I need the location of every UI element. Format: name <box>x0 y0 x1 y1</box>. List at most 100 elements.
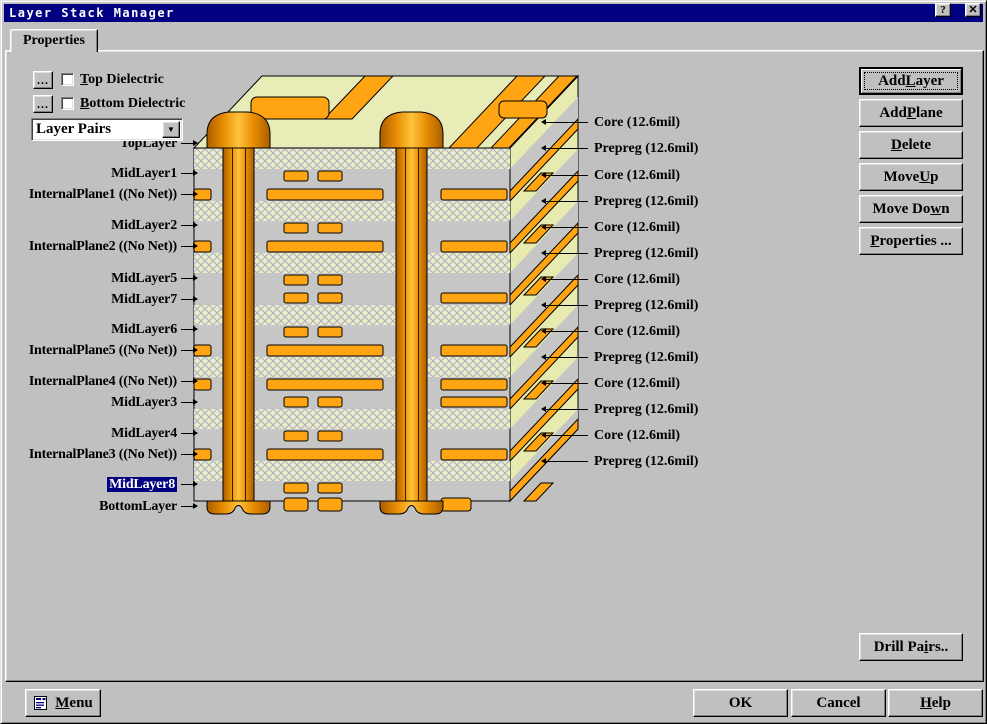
arrow-left-icon <box>541 250 588 257</box>
arrow-left-icon <box>541 328 588 335</box>
move-down-button[interactable]: Move Down <box>859 195 963 223</box>
layer-name-label[interactable]: InternalPlane3 ((No Net)) <box>29 447 177 462</box>
layer-name-label[interactable]: MidLayer6 <box>111 322 177 337</box>
layer-name-label[interactable]: InternalPlane5 ((No Net)) <box>29 343 177 358</box>
arrow-left-icon <box>541 458 588 465</box>
layer-name-label[interactable]: InternalPlane4 ((No Net)) <box>29 374 177 389</box>
layer-stack-manager-dialog: Layer Stack Manager ? ✕ Properties <box>0 0 987 724</box>
dielectric-row: Prepreg (12.6mil) <box>541 298 861 313</box>
layer-row[interactable]: MidLayer5 <box>1 271 198 286</box>
menu-button[interactable]: Menu <box>25 689 101 717</box>
top-dielectric-checkbox[interactable] <box>61 73 74 86</box>
dielectric-row: Core (12.6mil) <box>541 115 861 130</box>
dielectric-label: Prepreg (12.6mil) <box>594 454 698 470</box>
layer-name-label[interactable]: MidLayer4 <box>111 426 177 441</box>
arrow-left-icon <box>541 172 588 179</box>
bottom-dielectric-checkbox[interactable] <box>61 97 74 110</box>
arrow-right-icon <box>181 399 198 406</box>
layer-row[interactable]: MidLayer7 <box>1 292 198 307</box>
dielectric-label: Prepreg (12.6mil) <box>594 194 698 210</box>
cancel-button[interactable]: Cancel <box>791 689 886 717</box>
dielectric-label: Prepreg (12.6mil) <box>594 298 698 314</box>
arrow-left-icon <box>541 380 588 387</box>
arrow-left-icon <box>541 145 588 152</box>
ok-button[interactable]: OK <box>693 689 788 717</box>
arrow-right-icon <box>181 140 198 147</box>
arrow-left-icon <box>541 354 588 361</box>
arrow-left-icon <box>541 198 588 205</box>
dielectric-row: Prepreg (12.6mil) <box>541 246 861 261</box>
layer-name-label[interactable]: MidLayer5 <box>111 271 177 286</box>
layer-row[interactable]: InternalPlane3 ((No Net)) <box>1 447 198 462</box>
layer-pairs-value: Layer Pairs <box>32 121 162 138</box>
top-dielectric-browse-button[interactable]: ... <box>33 71 53 89</box>
arrow-right-icon <box>181 430 198 437</box>
layer-name-label[interactable]: MidLayer2 <box>111 218 177 233</box>
layer-row[interactable]: MidLayer6 <box>1 322 198 337</box>
arrow-right-icon <box>181 451 198 458</box>
dielectric-row: Prepreg (12.6mil) <box>541 194 861 209</box>
arrow-left-icon <box>541 432 588 439</box>
dielectric-row: Prepreg (12.6mil) <box>541 141 861 156</box>
dielectric-row: Core (12.6mil) <box>541 272 861 287</box>
arrow-right-icon <box>181 378 198 385</box>
dielectric-row: Prepreg (12.6mil) <box>541 454 861 469</box>
dielectric-row: Core (12.6mil) <box>541 220 861 235</box>
titlebar[interactable]: Layer Stack Manager <box>4 4 983 22</box>
help-button[interactable]: Help <box>888 689 983 717</box>
layer-row[interactable]: MidLayer4 <box>1 426 198 441</box>
arrow-right-icon <box>181 275 198 282</box>
dielectric-label: Core (12.6mil) <box>594 324 680 340</box>
drill-pairs-button[interactable]: Drill Pairs.. <box>859 633 963 661</box>
layer-name-label[interactable]: MidLayer7 <box>111 292 177 307</box>
dielectric-label: Prepreg (12.6mil) <box>594 350 698 366</box>
layer-name-label[interactable]: BottomLayer <box>99 499 177 514</box>
layer-pairs-dropdown[interactable]: Layer Pairs ▼ <box>31 118 183 141</box>
dielectric-label: Core (12.6mil) <box>594 428 680 444</box>
layer-name-label[interactable]: MidLayer3 <box>111 395 177 410</box>
dielectric-row: Prepreg (12.6mil) <box>541 350 861 365</box>
delete-button[interactable]: Delete <box>859 131 963 159</box>
add-plane-button[interactable]: Add Plane <box>859 99 963 127</box>
properties-button[interactable]: Properties ... <box>859 227 963 255</box>
arrow-right-icon <box>181 222 198 229</box>
arrow-right-icon <box>181 503 198 510</box>
layer-name-label[interactable]: InternalPlane2 ((No Net)) <box>29 239 177 254</box>
menu-button-label: Menu <box>55 695 93 712</box>
close-button[interactable]: ✕ <box>965 3 981 17</box>
arrow-right-icon <box>181 296 198 303</box>
window-title: Layer Stack Manager <box>4 6 175 20</box>
arrow-right-icon <box>181 481 198 488</box>
arrow-left-icon <box>541 276 588 283</box>
dielectric-row: Core (12.6mil) <box>541 168 861 183</box>
help-titlebar-button[interactable]: ? <box>935 3 951 17</box>
arrow-right-icon <box>181 243 198 250</box>
layer-name-label[interactable]: InternalPlane1 ((No Net)) <box>29 187 177 202</box>
layer-row[interactable]: InternalPlane2 ((No Net)) <box>1 239 198 254</box>
layer-row[interactable]: MidLayer2 <box>1 218 198 233</box>
layer-row[interactable]: MidLayer8 <box>1 477 198 492</box>
layer-row[interactable]: MidLayer1 <box>1 166 198 181</box>
add-layer-button[interactable]: Add Layer <box>859 67 963 95</box>
move-up-button[interactable]: Move Up <box>859 163 963 191</box>
layer-name-label[interactable]: MidLayer1 <box>111 166 177 181</box>
layer-row[interactable]: BottomLayer <box>1 499 198 514</box>
chevron-down-icon[interactable]: ▼ <box>162 121 180 138</box>
top-dielectric-label: Top Dielectric <box>80 72 164 88</box>
dielectric-label: Core (12.6mil) <box>594 168 680 184</box>
layer-name-label-selected[interactable]: MidLayer8 <box>107 477 177 492</box>
layer-row[interactable]: InternalPlane5 ((No Net)) <box>1 343 198 358</box>
layer-row[interactable]: InternalPlane4 ((No Net)) <box>1 374 198 389</box>
arrow-left-icon <box>541 406 588 413</box>
dielectric-label: Prepreg (12.6mil) <box>594 141 698 157</box>
bottom-dielectric-browse-button[interactable]: ... <box>33 95 53 113</box>
arrow-left-icon <box>541 224 588 231</box>
dielectric-label: Prepreg (12.6mil) <box>594 402 698 418</box>
dielectric-label: Core (12.6mil) <box>594 376 680 392</box>
tab-properties[interactable]: Properties <box>10 29 98 52</box>
layer-row[interactable]: InternalPlane1 ((No Net)) <box>1 187 198 202</box>
dielectric-row: Core (12.6mil) <box>541 324 861 339</box>
dielectric-label: Prepreg (12.6mil) <box>594 246 698 262</box>
layer-row[interactable]: MidLayer3 <box>1 395 198 410</box>
bottom-dielectric-label: Bottom Dielectric <box>80 96 185 112</box>
